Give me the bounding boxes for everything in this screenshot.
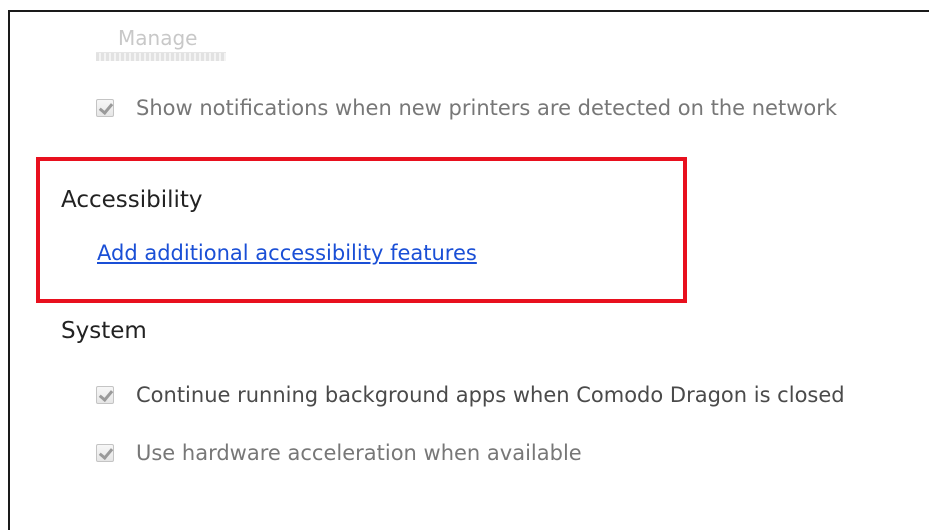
hardware-acceleration-label: Use hardware acceleration when available: [136, 441, 582, 465]
accessibility-heading: Accessibility: [61, 187, 203, 213]
hardware-acceleration-checkbox[interactable]: [96, 444, 114, 462]
accessibility-highlight-box: [36, 157, 687, 303]
manage-button-base: [96, 52, 226, 61]
background-apps-option[interactable]: Continue running background apps when Co…: [96, 383, 845, 407]
printer-notifications-label: Show notifications when new printers are…: [136, 96, 838, 120]
manage-button-label: Manage: [118, 28, 198, 50]
printer-notifications-checkbox[interactable]: [96, 99, 114, 117]
manage-printers-button[interactable]: Manage: [96, 28, 226, 64]
hardware-acceleration-option[interactable]: Use hardware acceleration when available: [96, 441, 582, 465]
add-accessibility-features-link[interactable]: Add additional accessibility features: [97, 241, 477, 265]
background-apps-label: Continue running background apps when Co…: [136, 383, 845, 407]
background-apps-checkbox[interactable]: [96, 386, 114, 404]
system-heading: System: [61, 318, 147, 344]
printer-notifications-option[interactable]: Show notifications when new printers are…: [96, 96, 837, 120]
